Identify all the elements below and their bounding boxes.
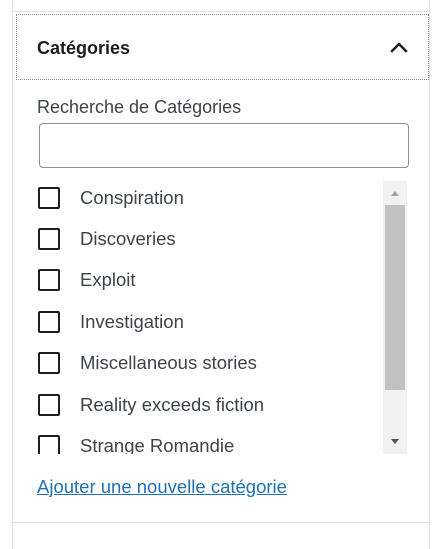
bottom-divider [12, 522, 430, 523]
category-item-strange-romandie[interactable]: Strange Romandie [36, 429, 382, 454]
top-divider [12, 11, 430, 12]
sidebar-right-border [429, 0, 430, 549]
categories-panel-toggle[interactable]: Catégories [16, 14, 429, 80]
scrollbar-thumb[interactable] [385, 205, 405, 390]
category-checklist: Conspiration Discoveries Exploit Investi… [36, 180, 382, 454]
category-list-scrollbar[interactable] [383, 181, 407, 454]
category-checkbox[interactable] [38, 311, 60, 333]
scroll-up-arrow-icon[interactable] [383, 181, 407, 205]
category-item-discoveries[interactable]: Discoveries [36, 222, 382, 254]
category-label: Miscellaneous stories [80, 352, 257, 373]
category-item-conspiration[interactable]: Conspiration [36, 181, 382, 213]
category-label: Exploit [80, 269, 136, 290]
category-checkbox[interactable] [38, 187, 60, 209]
category-label: Investigation [80, 311, 184, 332]
sidebar-left-border [12, 0, 13, 549]
category-checkbox[interactable] [38, 394, 60, 416]
chevron-up-icon[interactable] [387, 36, 411, 60]
category-item-exploit[interactable]: Exploit [36, 263, 382, 295]
scroll-down-arrow-icon[interactable] [383, 430, 407, 454]
category-checkbox[interactable] [38, 228, 60, 250]
category-checkbox[interactable] [38, 269, 60, 291]
add-new-category-link[interactable]: Ajouter une nouvelle catégorie [37, 476, 287, 498]
search-label: Recherche de Catégories [37, 97, 242, 117]
panel-title: Catégories [37, 38, 131, 58]
category-label: Conspiration [80, 187, 184, 208]
category-item-investigation[interactable]: Investigation [36, 305, 382, 337]
category-checkbox[interactable] [38, 435, 60, 454]
category-checkbox[interactable] [38, 352, 60, 374]
category-item-reality-exceeds-fiction[interactable]: Reality exceeds fiction [36, 388, 382, 420]
category-search-input[interactable] [39, 123, 409, 168]
category-label: Discoveries [80, 228, 176, 249]
categories-panel-page: Catégories Recherche de Catégories Consp… [0, 0, 432, 549]
category-label: Strange Romandie [80, 435, 235, 454]
category-label: Reality exceeds fiction [80, 394, 265, 415]
category-item-miscellaneous-stories[interactable]: Miscellaneous stories [36, 346, 382, 378]
